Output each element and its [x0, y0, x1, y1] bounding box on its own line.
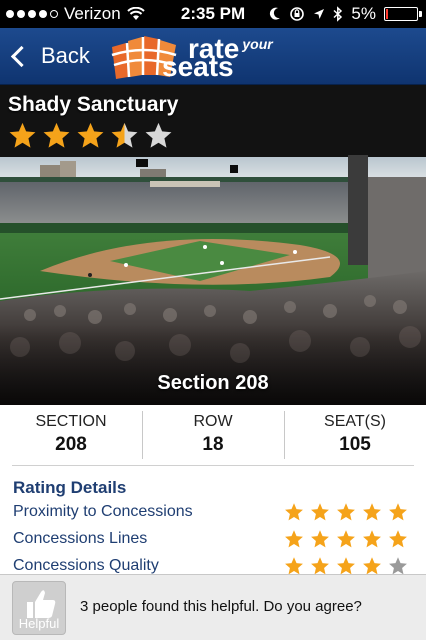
battery-fill	[386, 9, 388, 19]
back-button[interactable]: Back	[8, 38, 90, 74]
helpful-button-label: Helpful	[18, 616, 60, 631]
row-value: 18	[202, 434, 224, 455]
star-filled-icon	[363, 557, 381, 575]
battery-percent: 5%	[351, 4, 376, 23]
logo-word-seats: seats	[162, 51, 234, 82]
back-label: Back	[41, 43, 90, 68]
battery-icon	[384, 7, 422, 21]
section-caption: Section 208	[157, 372, 269, 394]
overall-star-rating	[8, 121, 173, 150]
star-filled-icon	[77, 122, 104, 148]
rating-stars	[284, 529, 408, 549]
moon-icon	[270, 7, 281, 20]
rating-details-heading: Rating Details	[13, 478, 127, 497]
star-filled-icon	[337, 530, 355, 548]
rating-row: Concessions Quality	[13, 554, 408, 575]
star-half-icon	[111, 122, 138, 148]
nav-bar: Back rate your seats	[0, 28, 426, 85]
chevron-left-icon	[10, 45, 33, 67]
review-title: Shady Sanctuary	[8, 93, 179, 116]
seats-value: 105	[339, 434, 371, 455]
star-filled-icon	[9, 122, 36, 148]
status-bar: Verizon 2:35 PM 5%	[0, 0, 426, 28]
star-filled-icon	[43, 122, 70, 148]
seat-info: SECTION 208 ROW 18 SEAT(S) 105	[0, 405, 426, 467]
bluetooth-icon	[333, 6, 343, 22]
status-right: 5%	[269, 4, 422, 24]
star-filled-icon	[389, 530, 407, 548]
star-filled-icon	[311, 557, 329, 575]
section-value: 208	[55, 434, 87, 455]
seat-info-seats: SEAT(S) 105	[284, 405, 426, 467]
rating-label: Concessions Lines	[13, 530, 148, 547]
star-filled-icon	[363, 503, 381, 521]
rate-your-seats-logo: rate your seats	[108, 33, 328, 81]
location-icon	[314, 9, 325, 19]
divider	[12, 465, 414, 466]
rating-stars	[284, 502, 408, 522]
seat-info-section: SECTION 208	[0, 405, 142, 467]
star-filled-icon	[285, 557, 303, 575]
star-filled-icon	[363, 530, 381, 548]
section-label: SECTION	[35, 413, 107, 430]
rating-stars	[284, 556, 408, 575]
star-filled-icon	[285, 530, 303, 548]
star-filled-icon	[337, 503, 355, 521]
star-filled-icon	[311, 503, 329, 521]
helpful-button[interactable]: Helpful	[12, 581, 66, 635]
rating-label: Proximity to Concessions	[13, 503, 193, 520]
star-filled-icon	[311, 530, 329, 548]
seat-info-row: ROW 18	[142, 405, 284, 467]
seat-view-photo: Shady Sanctuary Section 208	[0, 85, 426, 405]
star-filled-icon	[337, 557, 355, 575]
logo-word-your: your	[242, 36, 273, 52]
star-empty-icon	[145, 122, 172, 148]
star-filled-icon	[285, 503, 303, 521]
star-empty-icon	[389, 557, 407, 575]
rotation-lock-icon	[290, 7, 305, 21]
rating-row: Concessions Lines	[13, 527, 408, 551]
helpful-text: 3 people found this helpful. Do you agre…	[80, 598, 362, 615]
helpful-bar: Helpful 3 people found this helpful. Do …	[0, 574, 426, 640]
rating-details: Rating Details Proximity to Concessions …	[0, 470, 426, 575]
rating-label: Concessions Quality	[13, 557, 159, 574]
star-filled-icon	[389, 503, 407, 521]
row-label: ROW	[193, 413, 233, 430]
seats-label: SEAT(S)	[324, 413, 386, 430]
rating-row: Proximity to Concessions	[13, 500, 408, 524]
